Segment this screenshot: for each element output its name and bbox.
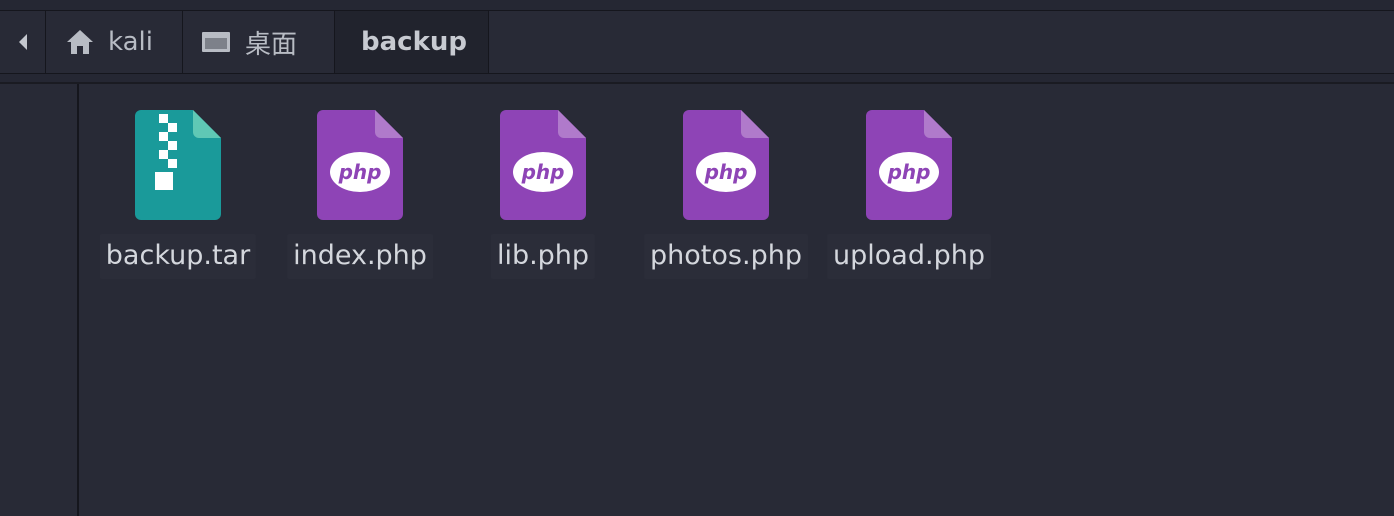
file-item-lib-php[interactable]: php lib.php bbox=[458, 108, 628, 288]
back-button[interactable] bbox=[0, 11, 46, 73]
php-file-icon: php bbox=[864, 108, 954, 222]
home-icon bbox=[66, 29, 94, 55]
php-file-icon: php bbox=[681, 108, 771, 222]
breadcrumb: kali 桌面 backup bbox=[0, 10, 1394, 74]
file-manager-window: kali 桌面 backup backup.tar php index.php … bbox=[0, 0, 1394, 516]
path-bar: kali 桌面 backup bbox=[0, 0, 1394, 84]
archive-icon bbox=[133, 108, 223, 222]
file-item-upload-php[interactable]: php upload.php bbox=[824, 108, 994, 288]
desktop-icon bbox=[201, 30, 231, 54]
file-item-backup-tar[interactable]: backup.tar bbox=[93, 108, 263, 288]
breadcrumb-label: 桌面 bbox=[245, 29, 298, 60]
file-name: photos.php bbox=[644, 234, 808, 279]
file-item-photos-php[interactable]: php photos.php bbox=[641, 108, 811, 288]
breadcrumb-item-home[interactable]: kali bbox=[46, 11, 183, 73]
breadcrumb-label: kali bbox=[108, 27, 153, 57]
php-logo-text: php bbox=[521, 160, 565, 184]
php-logo-text: php bbox=[704, 160, 748, 184]
file-name: index.php bbox=[287, 234, 433, 279]
breadcrumb-item-desktop[interactable]: 桌面 bbox=[183, 11, 335, 73]
file-item-index-php[interactable]: php index.php bbox=[275, 108, 445, 288]
sidebar[interactable] bbox=[0, 84, 79, 516]
php-logo-text: php bbox=[338, 160, 382, 184]
breadcrumb-label: backup bbox=[361, 27, 467, 57]
file-name: backup.tar bbox=[99, 234, 257, 279]
file-name: lib.php bbox=[490, 234, 596, 279]
php-file-icon: php bbox=[315, 108, 405, 222]
file-view[interactable]: backup.tar php index.php php lib.php php… bbox=[81, 84, 1394, 516]
php-logo-text: php bbox=[887, 160, 931, 184]
file-name: upload.php bbox=[827, 234, 991, 279]
chevron-left-icon bbox=[17, 33, 29, 51]
breadcrumb-item-current[interactable]: backup bbox=[335, 11, 489, 73]
php-file-icon: php bbox=[498, 108, 588, 222]
